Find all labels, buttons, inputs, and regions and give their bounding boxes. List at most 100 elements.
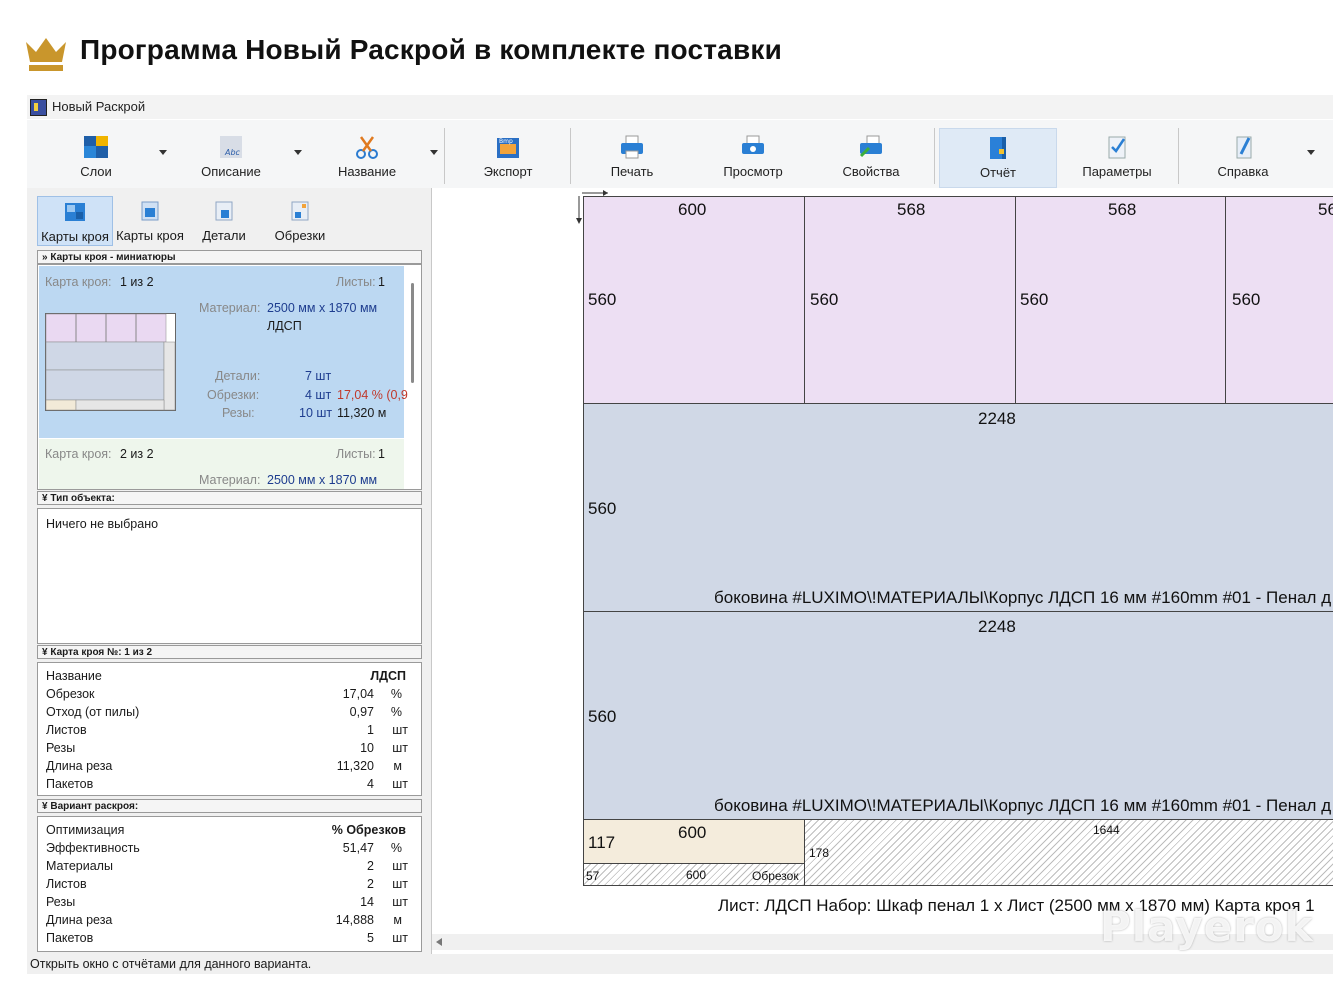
- part-rectangle[interactable]: 600 560: [583, 196, 805, 404]
- description-label: Описание: [201, 164, 261, 179]
- part-description: боковина #LUXIMO\!МАТЕРИАЛЫ\Корпус ЛДСП …: [714, 588, 1332, 607]
- part-description: боковина #LUXIMO\!МАТЕРИАЛЫ\Корпус ЛДСП …: [714, 796, 1332, 815]
- map-number: 2 из 2: [120, 447, 154, 461]
- status-bar: Открыть окно с отчётами для данного вари…: [27, 954, 1333, 974]
- print-label: Печать: [610, 164, 654, 179]
- description-dropdown-arrow[interactable]: [294, 150, 302, 155]
- part-rectangle[interactable]: 568 560: [804, 196, 1016, 404]
- help-label: Справка: [1217, 164, 1269, 179]
- info-row: Пакетов 5 шт: [46, 931, 408, 945]
- info-row: Резы 14 шт: [46, 895, 408, 909]
- info-row: Название ЛДСП: [46, 669, 406, 683]
- thumbnails-list: Карта кроя: 1 из 2 Листы: 1 Материал: 25…: [37, 264, 422, 490]
- subtab-label: Обрезки: [274, 228, 326, 243]
- cutting-maps-icon: [65, 203, 85, 221]
- object-type-text: Ничего не выбрано: [46, 517, 159, 531]
- toolbar-separator: [570, 128, 571, 184]
- layers-button[interactable]: Слои: [61, 128, 131, 186]
- print-button[interactable]: Печать: [596, 128, 668, 186]
- offcuts-icon: [291, 201, 309, 221]
- toolbar-separator: [444, 128, 445, 184]
- printer-properties-icon: [859, 135, 882, 158]
- info-row: Материалы 2 шт: [46, 859, 408, 873]
- scissors-icon: [356, 136, 378, 159]
- cutting-map-canvas[interactable]: 600 560 568 560 568 560 56 560 2248 560 …: [431, 188, 1333, 954]
- window-title: Новый Раскрой: [52, 99, 146, 114]
- parameters-button[interactable]: Параметры: [1077, 128, 1157, 186]
- info-row: Отход (от пилы) 0,97%: [46, 705, 402, 719]
- svg-text:Bmp: Bmp: [499, 138, 513, 145]
- app-icon: [30, 99, 47, 116]
- watermark: Playerok: [1100, 902, 1314, 951]
- preview-button[interactable]: Просмотр: [717, 128, 789, 186]
- info-row: Пакетов 4 шт: [46, 777, 408, 791]
- part-rectangle[interactable]: 2248 560 боковина #LUXIMO\!МАТЕРИАЛЫ\Кор…: [583, 611, 1333, 820]
- layers-dropdown-arrow[interactable]: [159, 150, 167, 155]
- part-rectangle[interactable]: 568 560: [1015, 196, 1226, 404]
- layers-icon: [84, 136, 108, 158]
- export-button[interactable]: Bmp Экспорт: [472, 128, 544, 186]
- name-dropdown-arrow[interactable]: [430, 150, 438, 155]
- report-label: Отчёт: [979, 165, 1017, 180]
- info-row: Резы 10 шт: [46, 741, 408, 755]
- subtab-label: Карты кроя: [41, 229, 109, 244]
- object-type-panel: Ничего не выбрано: [37, 508, 422, 644]
- help-dropdown-arrow[interactable]: [1307, 150, 1315, 155]
- info-row: Обрезок 17,04%: [46, 687, 402, 701]
- scroll-left-icon[interactable]: [436, 938, 442, 946]
- map-info-panel: Название ЛДСП Обрезок 17,04% Отход (от пил…: [37, 662, 422, 796]
- info-row: Эффективность 51,47%: [46, 841, 402, 855]
- thumbnail-card-2[interactable]: Карта кроя: 2 из 2 Листы: 1 Материал: 25…: [39, 439, 404, 489]
- subtab-offcuts[interactable]: Обрезки: [263, 196, 337, 244]
- subtab-cutting-maps[interactable]: Карты кроя: [37, 196, 113, 246]
- properties-button[interactable]: Свойства: [835, 128, 907, 186]
- info-row: Листов 1 шт: [46, 723, 408, 737]
- thumbnails-scrollbar[interactable]: [411, 283, 414, 383]
- map-info-header[interactable]: ¥ Карта кроя №: 1 из 2: [37, 645, 422, 659]
- parameters-icon: [1108, 136, 1126, 159]
- part-rectangle[interactable]: 600 117: [583, 819, 805, 864]
- offcut-rectangle[interactable]: 600 57 Обрезок: [583, 863, 805, 886]
- variant-panel: Оптимизация% Обрезков Эффективность 51,47…: [37, 816, 422, 952]
- export-label: Экспорт: [483, 164, 533, 179]
- sheet-miniature: [45, 313, 176, 411]
- part-rectangle[interactable]: 2248 560 боковина #LUXIMO\!МАТЕРИАЛЫ\Кор…: [583, 403, 1333, 612]
- subtab-details[interactable]: Детали: [187, 196, 261, 244]
- info-row: Листов 2 шт: [46, 877, 408, 891]
- svg-text:Abc: Abc: [224, 148, 241, 157]
- object-type-header[interactable]: ¥ Тип объекта:: [37, 491, 422, 505]
- description-button[interactable]: Abc Описание: [193, 128, 269, 186]
- name-label: Название: [337, 164, 397, 179]
- left-panel: Карты кроя Карты кроя Детали Обрезки » К…: [27, 188, 431, 954]
- subtab-label: Карты кроя: [116, 228, 184, 243]
- main-toolbar: Слои Abc Описание Название Bmp Экспорт П…: [27, 120, 1333, 189]
- properties-label: Свойства: [842, 164, 900, 179]
- layers-label: Слои: [80, 164, 112, 179]
- description-icon: Abc: [220, 136, 242, 158]
- thumbnail-card-1[interactable]: Карта кроя: 1 из 2 Листы: 1 Материал: 25…: [39, 266, 408, 438]
- window-titlebar: Новый Раскрой: [27, 95, 1333, 119]
- preview-label: Просмотр: [723, 164, 783, 179]
- details-icon: [215, 201, 233, 221]
- subtab-cutting-maps-alt[interactable]: Карты кроя: [113, 196, 187, 244]
- subtab-label: Детали: [202, 228, 246, 243]
- info-row: Длина реза 14,888 м: [46, 913, 402, 927]
- thumbnails-header[interactable]: » Карты кроя - миниатюры: [37, 250, 422, 264]
- crown-icon: [26, 38, 66, 71]
- report-icon: [990, 137, 1006, 159]
- part-rectangle[interactable]: 56 560: [1225, 196, 1333, 404]
- waste-area[interactable]: 1644 178: [804, 819, 1333, 886]
- report-button[interactable]: Отчёт: [939, 128, 1057, 188]
- info-row: Длина реза 11,320 м: [46, 759, 402, 773]
- help-button[interactable]: Справка: [1207, 128, 1279, 186]
- toolbar-separator: [934, 128, 935, 184]
- info-row: Оптимизация% Обрезков: [46, 823, 406, 837]
- toolbar-separator: [1178, 128, 1179, 184]
- help-icon: [1236, 136, 1252, 159]
- name-button[interactable]: Название: [329, 128, 405, 186]
- banner-title: Программа Новый Раскрой в комплекте пост…: [80, 34, 782, 65]
- map-number: 1 из 2: [120, 275, 154, 289]
- cutting-maps-alt-icon: [141, 201, 159, 221]
- variant-header[interactable]: ¥ Вариант раскроя:: [37, 799, 422, 813]
- print-preview-icon: [742, 135, 764, 154]
